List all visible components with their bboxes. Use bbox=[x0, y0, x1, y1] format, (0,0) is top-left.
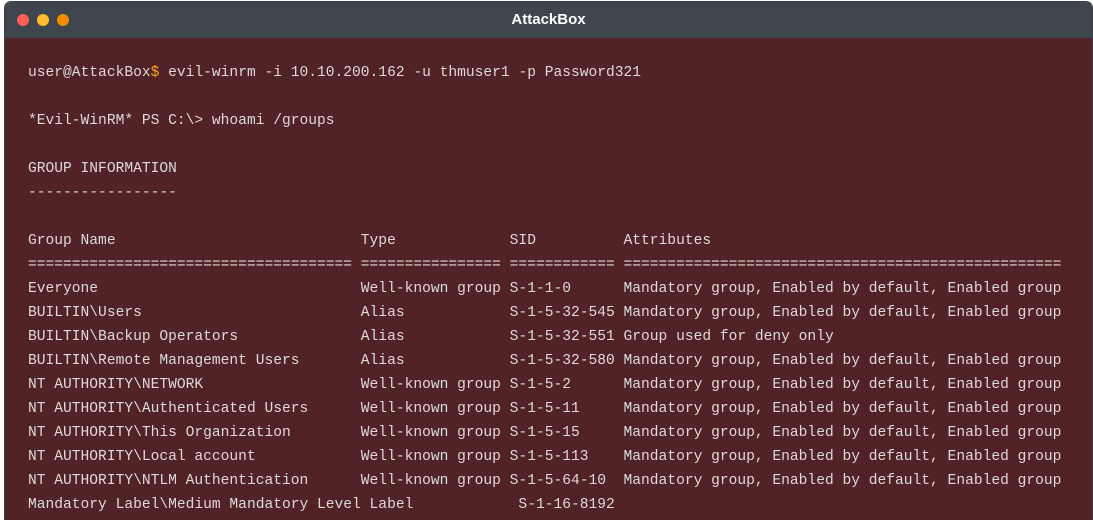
table-separator: ===================================== ==… bbox=[28, 257, 1062, 273]
table-header: Group Name Type SID Attributes bbox=[28, 233, 712, 249]
title-bar[interactable]: AttackBox bbox=[5, 2, 1092, 38]
table-row: NT AUTHORITY\Authenticated Users Well-kn… bbox=[28, 401, 1062, 417]
section-title: GROUP INFORMATION bbox=[28, 161, 177, 177]
terminal-window: AttackBox user@AttackBox$ evil-winrm -i … bbox=[5, 2, 1092, 520]
table-row: Mandatory Label\Medium Mandatory Level L… bbox=[28, 497, 615, 513]
table-row: Everyone Well-known group S-1-1-0 Mandat… bbox=[28, 281, 1062, 297]
table-row: NT AUTHORITY\Local account Well-known gr… bbox=[28, 449, 1062, 465]
prompt-user-host: user@AttackBox bbox=[28, 65, 151, 81]
table-row: NT AUTHORITY\This Organization Well-know… bbox=[28, 425, 1062, 441]
window-title: AttackBox bbox=[511, 11, 586, 28]
table-row: BUILTIN\Backup Operators Alias S-1-5-32-… bbox=[28, 329, 834, 345]
section-underline: ----------------- bbox=[28, 185, 177, 201]
ps-command-line: *Evil-WinRM* PS C:\> whoami /groups bbox=[28, 113, 335, 129]
table-row: NT AUTHORITY\NTLM Authentication Well-kn… bbox=[28, 473, 1062, 489]
table-row: NT AUTHORITY\NETWORK Well-known group S-… bbox=[28, 377, 1062, 393]
table-row: BUILTIN\Remote Management Users Alias S-… bbox=[28, 353, 1062, 369]
command-prompt-line: user@AttackBox$ evil-winrm -i 10.10.200.… bbox=[28, 63, 641, 83]
terminal-output[interactable]: user@AttackBox$ evil-winrm -i 10.10.200.… bbox=[5, 38, 1092, 520]
table-row: BUILTIN\Users Alias S-1-5-32-545 Mandato… bbox=[28, 305, 1062, 321]
command-text: evil-winrm -i 10.10.200.162 -u thmuser1 … bbox=[159, 65, 642, 81]
